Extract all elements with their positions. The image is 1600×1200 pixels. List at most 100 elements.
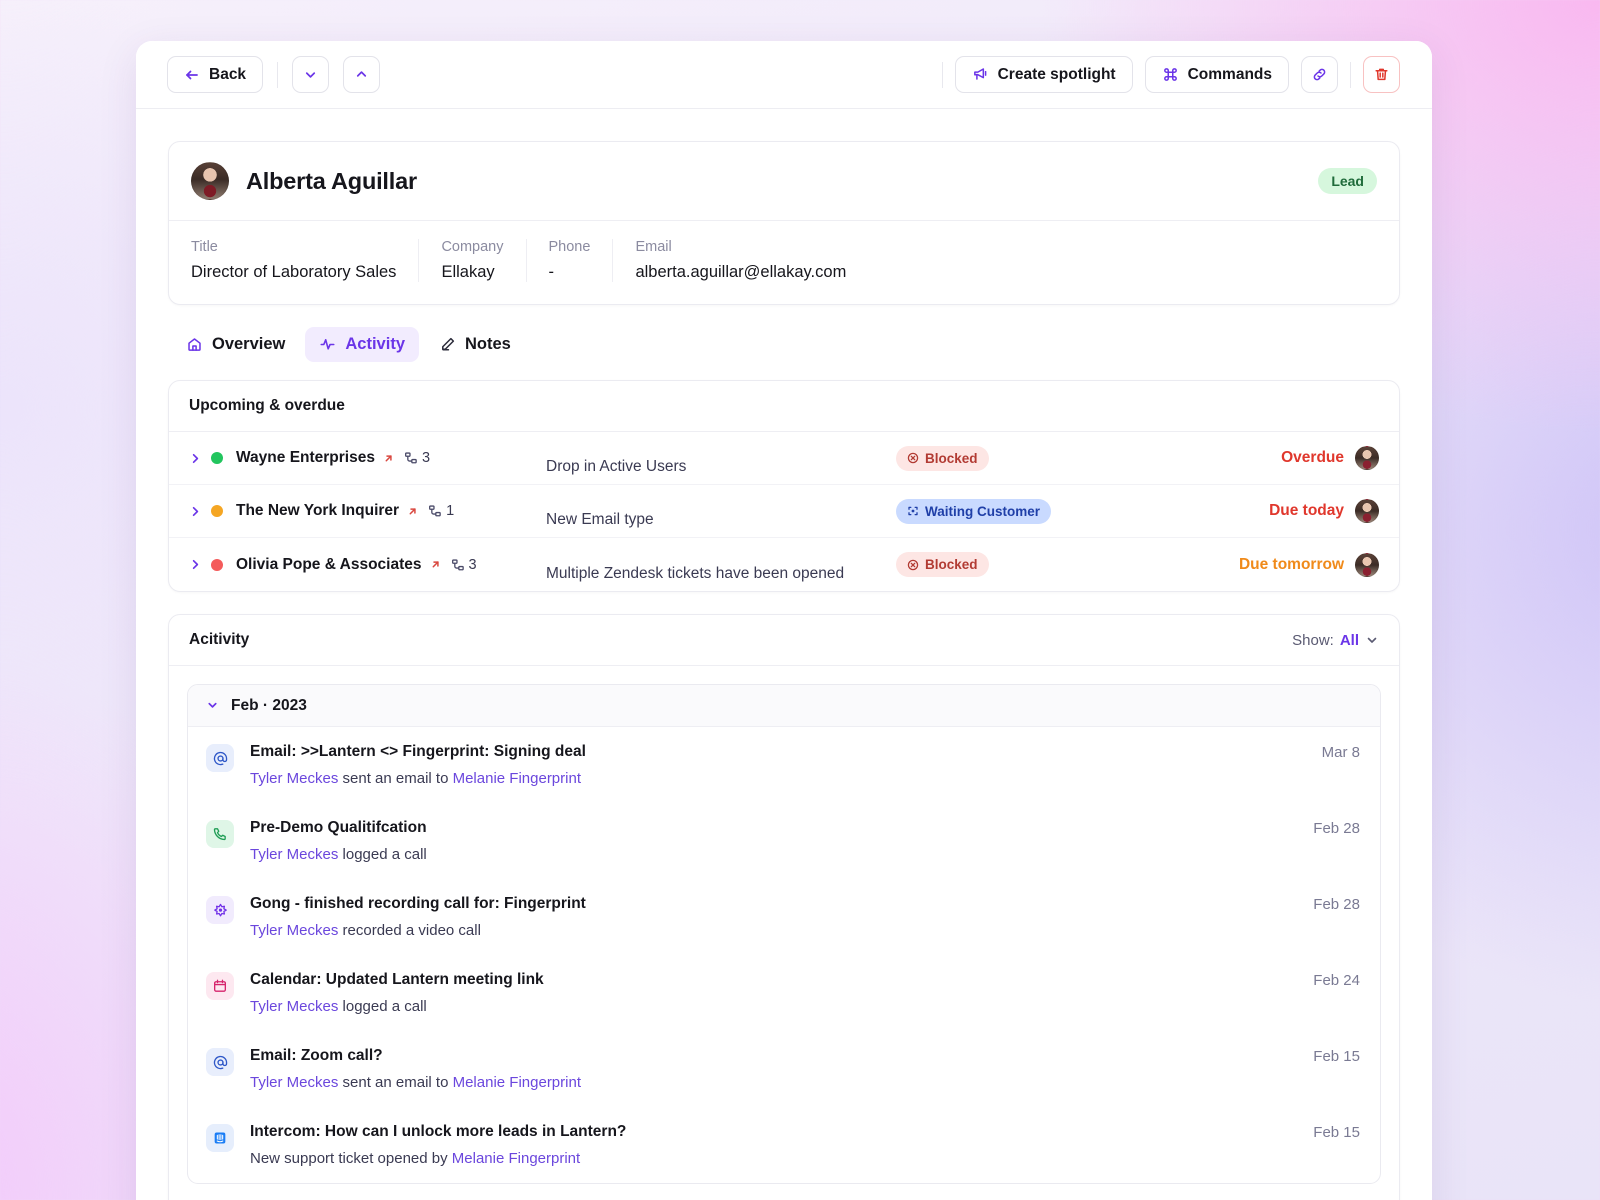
list-item[interactable]: Intercom: How can I unlock more leads in… [188,1107,1380,1183]
assignee-avatar[interactable] [1355,553,1379,577]
row-status-cell: Blocked [896,446,1101,471]
activity-item-date: Feb 15 [1313,1123,1360,1167]
list-item-body: Pre-Demo Qualitifcation Tyler Meckes log… [250,819,1281,863]
list-item-body: Gong - finished recording call for: Fing… [250,895,1281,939]
field-label: Title [191,239,396,255]
priority-dot [211,559,223,571]
external-link-icon[interactable] [406,505,419,518]
show-filter[interactable]: Show: All [1292,632,1379,649]
table-row[interactable]: Wayne Enterprises 3 Drop in Active Users [169,432,1399,485]
command-icon [1162,66,1179,83]
toolbar-divider [277,62,278,88]
status-pill-label: Waiting Customer [925,504,1040,519]
activity-title: Acitivity [189,631,249,649]
target-link[interactable]: Melanie Fingerprint [452,1150,580,1167]
calendar-icon [206,972,234,1000]
chevron-down-icon [1365,633,1379,647]
tab-notes[interactable]: Notes [425,327,525,362]
field-label: Company [441,239,503,255]
month-group-header[interactable]: Feb · 2023 [188,685,1380,727]
link-icon [1311,66,1328,83]
tab-overview[interactable]: Overview [172,327,299,362]
status-pill-label: Blocked [925,451,978,466]
field-label: Phone [549,239,591,255]
actor-link[interactable]: Tyler Meckes [250,922,338,939]
show-filter-value: All [1340,632,1359,649]
commands-label: Commands [1188,66,1272,84]
activity-item-title: Gong - finished recording call for: Fing… [250,895,1281,913]
subtasks-indicator: 3 [404,450,430,466]
external-link-icon[interactable] [429,558,442,571]
actor-link[interactable]: Tyler Meckes [250,1074,338,1091]
activity-item-title: Email: >>Lantern <> Fingerprint: Signing… [250,743,1290,761]
field-label: Email [635,239,846,255]
target-link[interactable]: Melanie Fingerprint [453,1074,581,1091]
tab-notes-label: Notes [465,335,511,354]
email-icon [206,744,234,772]
list-item[interactable]: Gong - finished recording call for: Fing… [188,879,1380,955]
chevron-up-icon [354,67,369,82]
commands-button[interactable]: Commands [1145,56,1289,93]
tab-activity[interactable]: Activity [305,327,419,362]
list-item[interactable]: Email: Zoom call? Tyler Meckes sent an e… [188,1031,1380,1107]
row-status-cell: Blocked [896,552,1101,577]
actor-link[interactable]: Tyler Meckes [250,770,338,787]
row-account-cell: The New York Inquirer 1 [211,502,506,520]
assignee-avatar[interactable] [1355,499,1379,523]
activity-item-subtitle: Tyler Meckes sent an email to Melanie Fi… [250,770,1290,787]
page-title: Alberta Aguillar [246,168,417,195]
blocked-icon [907,452,919,464]
delete-button[interactable] [1363,56,1400,93]
next-record-button[interactable] [343,56,380,93]
arrow-left-icon [184,67,200,83]
field-value: Ellakay [441,263,503,282]
gong-icon [206,896,234,924]
toolbar: Back Create spotlight [136,41,1432,109]
list-item[interactable]: Pre-Demo Qualitifcation Tyler Meckes log… [188,803,1380,879]
expand-row-icon[interactable] [189,558,211,571]
home-icon [186,336,203,353]
status-pill: Blocked [896,446,989,471]
list-item[interactable]: Calendar: Updated Lantern meeting link T… [188,955,1380,1031]
show-filter-label: Show: [1292,632,1334,649]
external-link-icon[interactable] [382,452,395,465]
field-value: alberta.aguillar@ellakay.com [635,263,846,282]
previous-record-button[interactable] [292,56,329,93]
back-button[interactable]: Back [167,56,263,93]
expand-row-icon[interactable] [189,452,211,465]
subtasks-count: 1 [446,503,454,519]
phone-icon [206,820,234,848]
row-due-text: Due tomorrow [1239,556,1344,574]
row-description: Drop in Active Users [546,458,686,476]
actor-link[interactable]: Tyler Meckes [250,998,338,1015]
row-due-cell: Due tomorrow [1101,553,1379,577]
chevron-down-icon [303,67,318,82]
list-item[interactable]: Email: >>Lantern <> Fingerprint: Signing… [188,727,1380,803]
field-phone: Phone - [526,239,613,282]
toolbar-divider-delete [1350,62,1351,88]
intercom-icon [206,1124,234,1152]
expand-row-icon[interactable] [189,505,211,518]
list-item-body: Email: Zoom call? Tyler Meckes sent an e… [250,1047,1281,1091]
status-badge: Lead [1318,168,1377,194]
create-spotlight-button[interactable]: Create spotlight [955,56,1133,93]
list-item-body: Intercom: How can I unlock more leads in… [250,1123,1281,1167]
back-button-label: Back [209,66,246,84]
assignee-avatar[interactable] [1355,446,1379,470]
row-account-name: Wayne Enterprises [236,449,375,467]
field-email: Email alberta.aguillar@ellakay.com [612,239,868,282]
action-text: logged a call [338,998,426,1015]
target-link[interactable]: Melanie Fingerprint [453,770,581,787]
copy-link-button[interactable] [1301,56,1338,93]
action-text: recorded a video call [338,922,481,939]
table-row[interactable]: Olivia Pope & Associates 3 Multiple Zend… [169,538,1399,591]
app-window: Back Create spotlight [136,41,1432,1200]
field-company: Company Ellakay [418,239,525,282]
action-text: sent an email to [338,1074,452,1091]
activity-item-subtitle: Tyler Meckes logged a call [250,998,1281,1015]
row-account-cell: Olivia Pope & Associates 3 [211,556,506,574]
table-row[interactable]: The New York Inquirer 1 New Email type [169,485,1399,538]
toolbar-left-group: Back [167,56,380,93]
page-body: Alberta Aguillar Lead Title Director of … [136,109,1432,1200]
actor-link[interactable]: Tyler Meckes [250,846,338,863]
